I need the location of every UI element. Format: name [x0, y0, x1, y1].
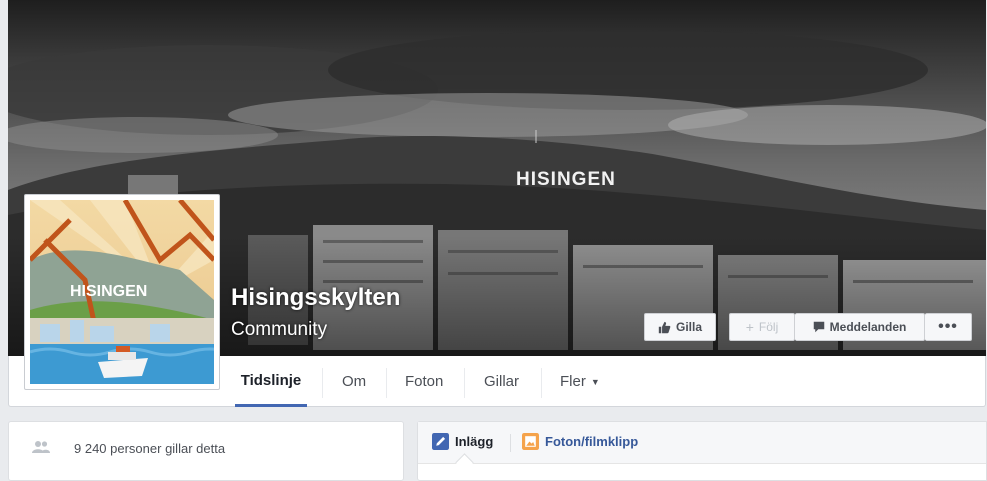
tab-photos-label: Foton — [405, 373, 444, 390]
like-button-label: Gilla — [675, 320, 702, 334]
follow-button[interactable]: + Följ — [729, 313, 795, 341]
likes-card: 9 240 personer gillar detta — [8, 421, 404, 481]
composer-tab-post[interactable]: Inlägg — [432, 433, 493, 450]
likes-count-text: 9 240 personer gillar detta — [74, 441, 226, 456]
post-composer: Inlägg Foton/filmklipp — [417, 421, 987, 481]
tab-timeline[interactable]: Tidslinje — [235, 356, 307, 407]
composer-divider — [510, 434, 511, 452]
plus-icon: + — [745, 319, 754, 335]
tab-divider — [386, 368, 387, 398]
composer-photo-label: Foton/filmklipp — [545, 434, 639, 449]
composer-post-label: Inlägg — [455, 434, 494, 449]
cover-sign-text: HISINGEN — [516, 169, 616, 190]
more-options-button[interactable]: ••• — [925, 313, 972, 341]
tab-more[interactable]: Fler ▼ — [560, 356, 600, 407]
tab-timeline-label: Tidslinje — [240, 371, 302, 389]
page-category[interactable]: Community — [231, 319, 327, 341]
more-options-label: ••• — [938, 318, 958, 335]
caret-down-icon: ▼ — [590, 376, 600, 387]
tab-divider — [322, 368, 323, 398]
speech-bubble-icon — [813, 321, 824, 333]
thumbs-up-icon — [658, 321, 671, 333]
tab-about[interactable]: Om — [342, 356, 366, 407]
follow-button-label: Följ — [758, 320, 779, 334]
pencil-icon — [432, 433, 449, 450]
message-button-label: Meddelanden — [829, 320, 907, 334]
people-icon — [32, 441, 50, 453]
tab-divider — [541, 368, 542, 398]
like-button[interactable]: Gilla — [644, 313, 716, 341]
profile-sign-text: HISINGEN — [70, 283, 147, 300]
composer-tab-photo[interactable]: Foton/filmklipp — [522, 433, 638, 450]
tab-likes-label: Gillar — [484, 373, 520, 390]
tab-likes[interactable]: Gillar — [484, 356, 519, 407]
tab-about-label: Om — [342, 373, 367, 390]
profile-picture[interactable]: HISINGEN — [24, 194, 220, 390]
composer-tabs — [418, 422, 986, 464]
tab-more-label: Fler — [560, 373, 586, 390]
page-title[interactable]: Hisingsskylten — [231, 284, 400, 312]
photo-icon — [522, 433, 539, 450]
tab-photos[interactable]: Foton — [405, 356, 443, 407]
message-button[interactable]: Meddelanden — [795, 313, 925, 341]
tab-divider — [464, 368, 465, 398]
